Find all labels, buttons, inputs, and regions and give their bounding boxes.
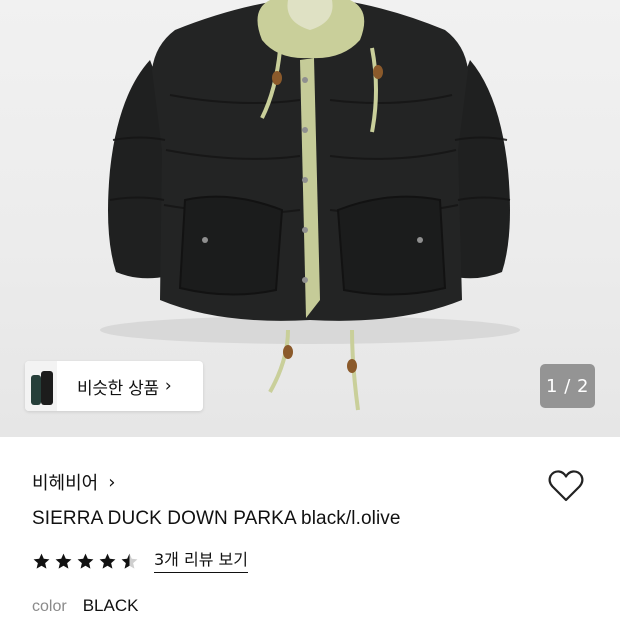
color-label: color — [32, 598, 67, 615]
chevron-right-icon: › — [164, 376, 172, 396]
page-separator: / — [557, 375, 577, 397]
product-name: SIERRA DUCK DOWN PARKA black/l.olive — [32, 508, 401, 529]
similar-products-button[interactable]: 비슷한 상품 › — [25, 361, 203, 411]
color-info: color BLACK — [32, 596, 138, 616]
rating-stars — [32, 552, 142, 571]
star-full-icon — [55, 553, 72, 569]
total-pages: 2 — [577, 375, 589, 397]
star-full-icon — [99, 553, 116, 569]
star-full-icon — [33, 553, 50, 569]
star-half-icon — [121, 553, 138, 569]
chevron-right-icon: › — [108, 471, 116, 493]
rating-row: 3개 리뷰 보기 — [32, 550, 248, 573]
brand-name: 비헤비어 — [32, 473, 99, 494]
heart-icon[interactable] — [546, 466, 586, 506]
similar-products-label: 비슷한 상품 — [77, 378, 159, 399]
image-page-indicator: 1 / 2 — [540, 364, 595, 408]
color-value: BLACK — [82, 596, 139, 615]
star-full-icon — [77, 553, 94, 569]
review-link[interactable]: 3개 리뷰 보기 — [154, 550, 248, 573]
current-page: 1 — [546, 375, 558, 397]
brand-link[interactable]: 비헤비어 › — [32, 469, 115, 495]
similar-product-thumbnail — [25, 361, 57, 411]
product-image-gallery[interactable]: 비슷한 상품 › 1 / 2 — [0, 0, 620, 437]
